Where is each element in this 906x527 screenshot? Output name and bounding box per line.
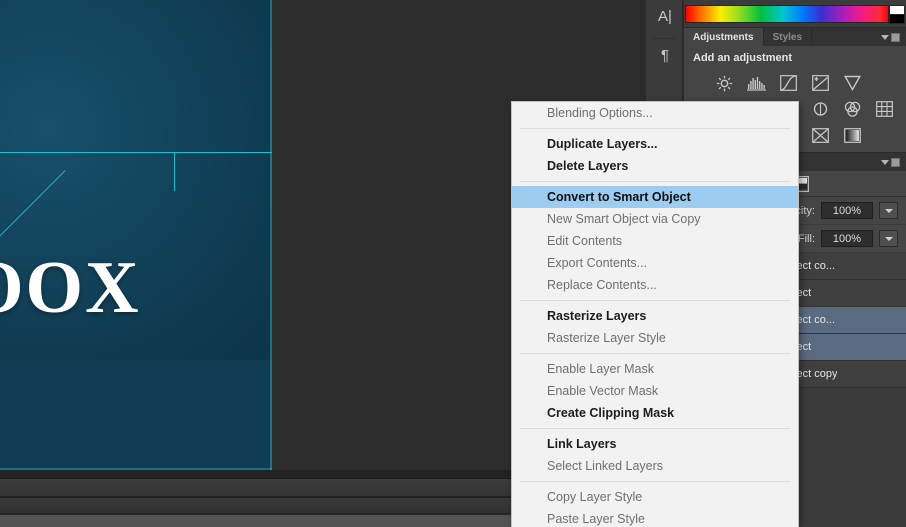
- canvas[interactable]: OOX: [0, 0, 272, 470]
- tab-adjustments[interactable]: Adjustments: [684, 28, 764, 46]
- canvas-edge-right: [270, 0, 272, 470]
- channel-mixer-icon[interactable]: [840, 98, 864, 120]
- add-adjustment-title: Add an adjustment: [693, 52, 793, 64]
- menu-separator: [520, 128, 790, 129]
- color-lookup-icon[interactable]: [872, 98, 896, 120]
- menu-item: Enable Vector Mask: [547, 384, 659, 398]
- tab-adjustments-label: Adjustments: [693, 31, 754, 43]
- fill-label: Fill:: [797, 232, 815, 245]
- menu-separator: [520, 428, 790, 429]
- menu-separator: [520, 353, 790, 354]
- menu-item: Rasterize Layer Style: [547, 331, 666, 345]
- menu-item[interactable]: Convert to Smart Object: [512, 186, 798, 208]
- fill-dropdown-button[interactable]: [879, 230, 898, 247]
- chevron-down-icon: [884, 236, 893, 241]
- canvas-vertical-tick: [174, 153, 175, 191]
- exposure-icon[interactable]: [808, 72, 832, 94]
- menu-item: Export Contents...: [547, 256, 648, 270]
- menu-item: Edit Contents: [547, 234, 623, 248]
- canvas-wordmark: OOX: [0, 247, 141, 329]
- chevron-down-icon: [881, 34, 889, 40]
- menu-item: Select Linked Layers: [547, 459, 664, 473]
- opacity-input[interactable]: 100%: [821, 202, 873, 219]
- menu-item: Enable Layer Mask: [547, 362, 655, 376]
- menu-item: Copy Layer Style: [547, 490, 643, 504]
- menu-item: New Smart Object via Copy: [547, 212, 701, 226]
- menu-separator: [520, 481, 790, 482]
- menu-item[interactable]: Rasterize Layers: [512, 305, 798, 327]
- paragraph-panel-tab[interactable]: ¶: [646, 39, 684, 72]
- menu-item: Blending Options...: [547, 106, 653, 120]
- adjustment-icon-row-1: [684, 72, 906, 94]
- opacity-dropdown-button[interactable]: [879, 202, 898, 219]
- character-panel-tab[interactable]: A|: [646, 0, 684, 33]
- tab-styles[interactable]: Styles: [763, 28, 813, 46]
- layer-context-menu: Blending Options... Duplicate Layers... De…: [511, 101, 799, 527]
- character-panel-icon: A|: [658, 8, 672, 25]
- paragraph-panel-icon: ¶: [660, 47, 670, 64]
- vibrance-icon[interactable]: [840, 72, 864, 94]
- chevron-down-icon: [884, 208, 893, 213]
- levels-icon[interactable]: [744, 72, 768, 94]
- fill-input[interactable]: 100%: [821, 230, 873, 247]
- chevron-down-icon: [881, 159, 889, 165]
- menu-item[interactable]: Link Layers: [512, 433, 798, 455]
- adjustments-panel-tabbar: Adjustments Styles: [684, 27, 906, 46]
- photo-filter-icon[interactable]: [808, 98, 832, 120]
- menu-item[interactable]: Create Clipping Mask: [512, 402, 798, 424]
- menu-item[interactable]: Duplicate Layers...: [512, 133, 798, 155]
- background-color-swatch[interactable]: [889, 14, 905, 24]
- canvas-horizontal-rule: [0, 152, 272, 153]
- menu-separator: [520, 300, 790, 301]
- menu-item: Paste Layer Style: [547, 512, 645, 526]
- menu-item: Replace Contents...: [547, 278, 657, 292]
- gradient-map-icon[interactable]: [840, 124, 864, 146]
- panel-menu-icon: [891, 157, 900, 167]
- adjustments-panel-menu-button[interactable]: [881, 28, 906, 46]
- panel-menu-icon: [891, 32, 900, 42]
- menu-item[interactable]: Delete Layers: [512, 155, 798, 177]
- tab-styles-label: Styles: [772, 31, 803, 43]
- layers-panel-menu-button[interactable]: [881, 153, 906, 171]
- selective-color-icon[interactable]: [808, 124, 832, 146]
- color-ramp[interactable]: [685, 5, 889, 23]
- photoshop-window: OOX A| ¶ Adjustments Styles: [0, 0, 906, 527]
- menu-separator: [520, 181, 790, 182]
- curves-icon[interactable]: [776, 72, 800, 94]
- brightness-contrast-icon[interactable]: [712, 72, 736, 94]
